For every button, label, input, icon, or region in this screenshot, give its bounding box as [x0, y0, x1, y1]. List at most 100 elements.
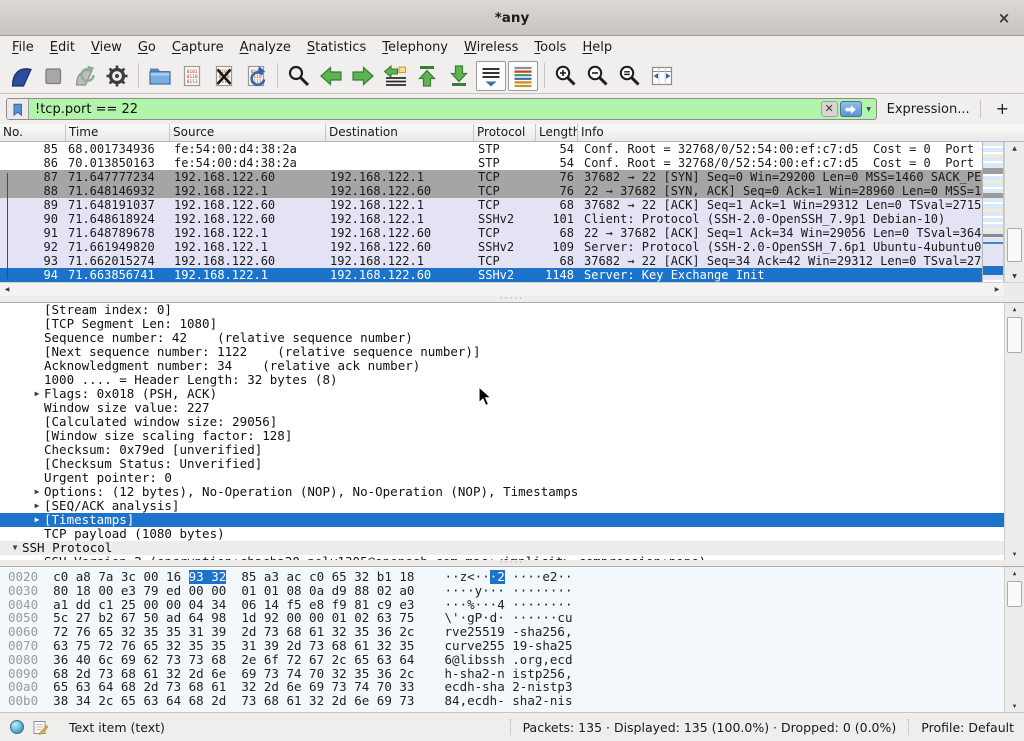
details-vertical-scrollbar[interactable]: ▲ ▼ — [1004, 303, 1024, 560]
go-first-packet-button[interactable] — [412, 61, 442, 91]
menu-edit[interactable]: Edit — [42, 38, 83, 57]
collapse-icon[interactable]: ▼ — [8, 541, 22, 555]
detail-line-8[interactable]: [Calculated window size: 29056] — [0, 415, 1004, 429]
packet-row-93[interactable]: 9371.662015274192.168.122.60192.168.122.… — [0, 254, 1024, 268]
hex-row-0040[interactable]: 0040 a1 dd c1 25 00 00 04 34 06 14 f5 e8… — [0, 598, 1004, 612]
go-last-packet-button[interactable] — [444, 61, 474, 91]
packet-list-vertical-scrollbar[interactable]: ▲ ▼ — [1004, 142, 1024, 282]
scroll-down-arrow-icon[interactable]: ▼ — [1005, 548, 1024, 560]
filter-apply-button[interactable] — [840, 101, 862, 117]
hex-row-0020[interactable]: 0020 c0 a8 7a 3c 00 16 93 32 85 a3 ac c0… — [0, 570, 1004, 584]
expand-icon[interactable]: ▶ — [30, 485, 44, 499]
menu-go[interactable]: Go — [130, 38, 164, 57]
resize-columns-button[interactable] — [647, 61, 677, 91]
hex-row-0060[interactable]: 0060 72 76 65 32 35 35 31 39 2d 73 68 61… — [0, 625, 1004, 639]
zoom-in-button[interactable] — [551, 61, 581, 91]
title-bar[interactable]: *any × — [0, 0, 1024, 36]
open-capture-file-button[interactable] — [145, 61, 175, 91]
detail-line-5[interactable]: 1000 .... = Header Length: 32 bytes (8) — [0, 373, 1004, 387]
detail-line-13[interactable]: ▶Options: (12 bytes), No-Operation (NOP)… — [0, 485, 1004, 499]
capture-options-button[interactable] — [102, 61, 132, 91]
menu-help[interactable]: Help — [574, 38, 620, 57]
filter-bookmark-button[interactable] — [7, 99, 29, 119]
profile-status[interactable]: Profile: Default — [921, 720, 1014, 735]
scroll-up-arrow-icon[interactable]: ▲ — [1005, 303, 1024, 315]
scrollbar-thumb[interactable] — [1007, 581, 1022, 607]
menu-tools[interactable]: Tools — [526, 38, 574, 57]
column-header-length[interactable]: Length — [536, 124, 578, 141]
expression-button[interactable]: Expression... — [883, 102, 974, 117]
packet-row-85[interactable]: 8568.001734936fe:54:00:d4:38:2aSTP54Conf… — [0, 142, 1024, 156]
packet-row-94[interactable]: 9471.663856741192.168.122.1192.168.122.6… — [0, 268, 1024, 282]
reload-capture-file-button[interactable]: 010101100113 — [241, 61, 271, 91]
detail-line-14[interactable]: ▶[SEQ/ACK analysis] — [0, 499, 1004, 513]
find-packet-button[interactable] — [284, 61, 314, 91]
detail-line-1[interactable]: [TCP Segment Len: 1080] — [0, 317, 1004, 331]
hex-row-00a0[interactable]: 00a0 65 63 64 68 2d 73 68 61 32 2d 6e 69… — [0, 680, 1004, 694]
bytes-vertical-scrollbar[interactable]: ▲ ▼ — [1004, 567, 1024, 712]
expand-icon[interactable]: ▶ — [30, 387, 44, 401]
close-window-button[interactable]: × — [994, 8, 1014, 28]
packet-row-90[interactable]: 9071.648618924192.168.122.60192.168.122.… — [0, 212, 1024, 226]
packet-row-88[interactable]: 8871.648146932192.168.122.1192.168.122.6… — [0, 184, 1024, 198]
menu-wireless[interactable]: Wireless — [456, 38, 526, 57]
capture-comment-icon[interactable] — [32, 719, 49, 736]
column-header-info[interactable]: Info — [578, 124, 1024, 141]
hex-row-0050[interactable]: 0050 5c 27 b2 67 50 ad 64 98 1d 92 00 00… — [0, 611, 1004, 625]
intelligent-scrollbar-minimap[interactable] — [982, 142, 1004, 282]
expand-icon[interactable]: ▶ — [30, 499, 44, 513]
scroll-up-arrow-icon[interactable]: ▲ — [1005, 142, 1024, 154]
hex-dump[interactable]: 0020 c0 a8 7a 3c 00 16 93 32 85 a3 ac c0… — [0, 570, 1004, 712]
detail-line-18[interactable]: ▶SSH Version 2 (encryption:chacha20-poly… — [0, 555, 1004, 560]
detail-line-0[interactable]: [Stream index: 0] — [0, 303, 1004, 317]
go-to-packet-button[interactable] — [380, 61, 410, 91]
save-capture-file-button[interactable]: 010101100113 — [177, 61, 207, 91]
hex-row-00b0[interactable]: 00b0 38 34 2c 65 63 64 68 2d 73 68 61 32… — [0, 694, 1004, 708]
scroll-up-arrow-icon[interactable]: ▲ — [1005, 567, 1024, 579]
expand-icon[interactable]: ▶ — [30, 555, 44, 560]
hex-row-0070[interactable]: 0070 63 75 72 76 65 32 35 35 31 39 2d 73… — [0, 639, 1004, 653]
add-filter-button-plus[interactable]: + — [987, 99, 1018, 120]
start-capture-button[interactable] — [6, 61, 36, 91]
scrollbar-thumb[interactable] — [1007, 317, 1022, 353]
packet-row-86[interactable]: 8670.013850163fe:54:00:d4:38:2aSTP54Conf… — [0, 156, 1024, 170]
expert-info-icon[interactable] — [10, 720, 24, 734]
hex-row-0030[interactable]: 0030 80 18 00 e3 79 ed 00 00 01 01 08 0a… — [0, 584, 1004, 598]
detail-line-11[interactable]: [Checksum Status: Unverified] — [0, 457, 1004, 471]
packet-list-horizontal-scrollbar[interactable]: ◀ ▶ — [0, 282, 1004, 296]
menu-statistics[interactable]: Statistics — [299, 38, 374, 57]
detail-line-2[interactable]: Sequence number: 42 (relative sequence n… — [0, 331, 1004, 345]
detail-line-15[interactable]: ▶[Timestamps] — [0, 513, 1004, 527]
scroll-right-arrow-icon[interactable]: ▶ — [990, 283, 1004, 296]
colorize-packets-button[interactable] — [508, 61, 538, 91]
detail-line-3[interactable]: [Next sequence number: 1122 (relative se… — [0, 345, 1004, 359]
scroll-down-arrow-icon[interactable]: ▼ — [1005, 270, 1024, 282]
expand-icon[interactable]: ▶ — [30, 513, 44, 527]
column-header-destination[interactable]: Destination — [326, 124, 474, 141]
detail-line-4[interactable]: Acknowledgment number: 34 (relative ack … — [0, 359, 1004, 373]
packet-row-89[interactable]: 8971.648191037192.168.122.60192.168.122.… — [0, 198, 1024, 212]
filter-dropdown-caret[interactable]: ▼ — [862, 106, 876, 113]
packet-row-87[interactable]: 8771.647777234192.168.122.60192.168.122.… — [0, 170, 1024, 184]
zoom-out-button[interactable] — [583, 61, 613, 91]
scroll-down-arrow-icon[interactable]: ▼ — [1005, 700, 1024, 712]
close-capture-file-button[interactable]: 010101100113 — [209, 61, 239, 91]
hex-row-0090[interactable]: 0090 68 2d 73 68 61 32 2d 6e 69 73 74 70… — [0, 667, 1004, 681]
detail-line-9[interactable]: [Window size scaling factor: 128] — [0, 429, 1004, 443]
auto-scroll-button[interactable] — [476, 61, 506, 91]
hex-row-0080[interactable]: 0080 36 40 6c 69 62 73 73 68 2e 6f 72 67… — [0, 653, 1004, 667]
menu-telephony[interactable]: Telephony — [374, 38, 456, 57]
column-header-time[interactable]: Time — [66, 124, 170, 141]
packet-row-91[interactable]: 9171.648789678192.168.122.1192.168.122.6… — [0, 226, 1024, 240]
go-back-button[interactable] — [316, 61, 346, 91]
zoom-reset-button[interactable] — [615, 61, 645, 91]
column-header-no[interactable]: No. — [0, 124, 66, 141]
stop-capture-button[interactable] — [38, 61, 68, 91]
go-forward-button[interactable] — [348, 61, 378, 91]
detail-line-6[interactable]: ▶Flags: 0x018 (PSH, ACK) — [0, 387, 1004, 401]
detail-line-17[interactable]: ▼SSH Protocol — [0, 541, 1004, 555]
detail-line-10[interactable]: Checksum: 0x79ed [unverified] — [0, 443, 1004, 457]
menu-capture[interactable]: Capture — [164, 38, 232, 57]
restart-capture-button[interactable] — [70, 61, 100, 91]
column-header-source[interactable]: Source — [170, 124, 326, 141]
